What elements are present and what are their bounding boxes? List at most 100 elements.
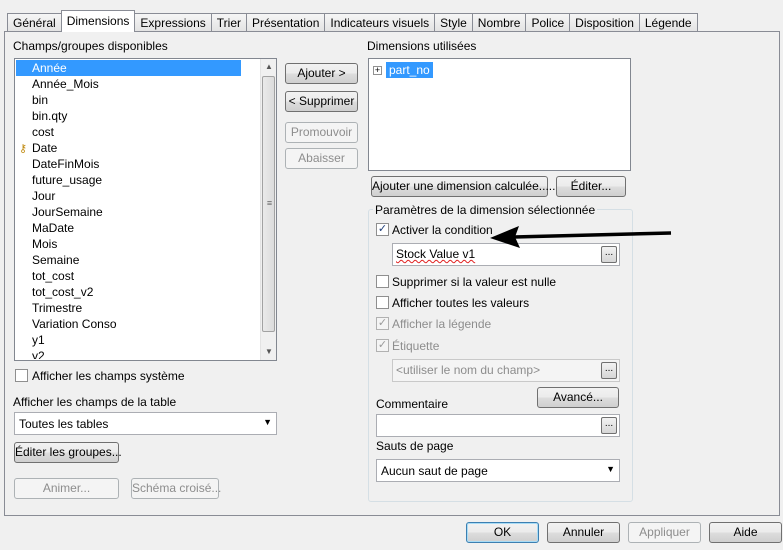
used-dimension-item[interactable]: part_no xyxy=(386,62,433,78)
page-breaks-label: Sauts de page xyxy=(376,439,454,453)
demote-button[interactable]: Abaisser xyxy=(285,148,358,169)
list-item[interactable]: tot_cost_v2 xyxy=(16,284,259,300)
list-item[interactable]: ⚷ Date xyxy=(16,140,259,156)
label-checkbox[interactable]: ✓ xyxy=(376,339,389,352)
edit-groups-button[interactable]: Éditer les groupes... xyxy=(14,442,122,463)
suppress-null-checkbox[interactable] xyxy=(376,275,389,288)
promote-button[interactable]: Promouvoir xyxy=(285,122,358,143)
label-field[interactable]: <utiliser le nom du champ> ... xyxy=(392,359,620,382)
list-item[interactable]: future_usage xyxy=(16,172,259,188)
list-item[interactable]: Variation Conso xyxy=(16,316,259,332)
available-fields-list[interactable]: Année Année_Moisbin bin.qty cost ⚷ Date DateFi… xyxy=(14,58,277,361)
tab-5[interactable]: Indicateurs visuels xyxy=(324,13,436,32)
chevron-down-icon: ▼ xyxy=(263,417,272,427)
tab-2[interactable]: Expressions xyxy=(134,13,212,32)
show-legend-checkbox[interactable]: ✓ xyxy=(376,317,389,330)
suppress-null-label: Supprimer si la valeur est nulle xyxy=(392,275,557,289)
dimension-settings-title: Paramètres de la dimension sélectionnée xyxy=(373,203,598,217)
help-button[interactable]: Aide xyxy=(709,522,782,543)
available-fields-scrollbar[interactable]: ▲ ≡ ▼ xyxy=(260,59,276,360)
tab-4[interactable]: Présentation xyxy=(246,13,326,32)
ok-button[interactable]: OK xyxy=(466,522,539,543)
enable-condition-checkbox[interactable]: ✓ xyxy=(376,223,389,236)
show-system-fields-label: Afficher les champs système xyxy=(32,369,185,383)
list-item[interactable]: cost xyxy=(16,124,259,140)
list-item[interactable]: Semaine xyxy=(16,252,259,268)
list-item-label: cost xyxy=(32,125,55,139)
list-item-label: future_usage xyxy=(32,173,103,187)
tab-10[interactable]: Légende xyxy=(638,13,698,32)
list-item[interactable]: Jour xyxy=(16,188,259,204)
page-breaks-value: Aucun saut de page xyxy=(381,464,488,478)
tab-7[interactable]: Nombre xyxy=(471,13,527,32)
chevron-down-icon: ▼ xyxy=(606,464,615,474)
list-item-label: Jour xyxy=(32,189,56,203)
comment-expression-button[interactable]: ... xyxy=(601,417,617,434)
available-fields-label: Champs/groupes disponibles xyxy=(13,39,168,53)
list-item[interactable]: y1 xyxy=(16,332,259,348)
animate-button[interactable]: Animer... xyxy=(14,478,119,499)
show-system-fields-checkbox[interactable] xyxy=(15,369,28,382)
list-item-label: y2 xyxy=(32,349,45,359)
tab-bar: Général Dimensions Expressions Trier Présent… xyxy=(7,10,698,32)
cancel-button[interactable]: Annuler xyxy=(547,522,620,543)
page-breaks-select[interactable]: Aucun saut de page ▼ xyxy=(376,459,620,482)
list-item-label: Année_Mois xyxy=(32,77,99,91)
table-select[interactable]: Toutes les tables ▼ xyxy=(14,412,277,435)
expand-icon[interactable]: + xyxy=(373,66,382,75)
list-item-label: Variation Conso xyxy=(32,317,117,331)
tab-9[interactable]: Disposition xyxy=(569,13,640,32)
advanced-button[interactable]: Avancé... xyxy=(537,387,619,408)
list-item-label: tot_cost_v2 xyxy=(32,285,94,299)
tab-3[interactable]: Trier xyxy=(210,13,247,32)
add-dimension-button[interactable]: Ajouter > xyxy=(285,63,358,84)
grip-icon: ≡ xyxy=(266,198,273,208)
tab-8[interactable]: Police xyxy=(525,13,571,32)
tab-0[interactable]: Général xyxy=(7,13,62,32)
scroll-down-icon[interactable]: ▼ xyxy=(261,344,277,360)
label-expression-button[interactable]: ... xyxy=(601,362,617,379)
list-item-label: MaDate xyxy=(32,221,75,235)
list-item-label: bin.qty xyxy=(32,109,68,123)
used-dimensions-list[interactable]: + part_no xyxy=(368,58,631,171)
label-checkbox-label: Étiquette xyxy=(392,339,440,353)
list-item[interactable]: JourSemaine xyxy=(16,204,259,220)
table-select-value: Toutes les tables xyxy=(19,417,109,431)
add-calculated-dimension-button[interactable]: Ajouter une dimension calculée...... xyxy=(371,176,559,197)
annotation-arrow-icon xyxy=(490,226,672,248)
tab-6[interactable]: Style xyxy=(434,13,473,32)
list-item-label: Date xyxy=(32,141,58,155)
tab-1[interactable]: Dimensions xyxy=(60,10,136,32)
label-placeholder: <utiliser le nom du champ> xyxy=(396,363,541,377)
list-item-label: tot_cost xyxy=(32,269,75,283)
list-item[interactable]: DateFinMois xyxy=(16,156,259,172)
apply-button[interactable]: Appliquer xyxy=(628,522,701,543)
edit-dimension-button[interactable]: Éditer... xyxy=(556,176,626,197)
list-item-label: Semaine xyxy=(32,253,80,267)
list-item[interactable]: Mois xyxy=(16,236,259,252)
list-item[interactable]: bin.qty xyxy=(16,108,259,124)
remove-dimension-button[interactable]: < Supprimer xyxy=(285,91,358,112)
list-item[interactable]: y2 xyxy=(16,348,259,359)
used-dimensions-label: Dimensions utilisées xyxy=(367,39,477,53)
list-item[interactable]: tot_cost xyxy=(16,268,259,284)
cross-schema-button[interactable]: Schéma croisé... xyxy=(131,478,221,499)
key-icon: ⚷ xyxy=(19,143,28,155)
list-item-label: Mois xyxy=(32,237,58,251)
show-table-fields-label: Afficher les champs de la table xyxy=(13,395,177,409)
show-all-values-checkbox[interactable] xyxy=(376,296,389,309)
scroll-up-icon[interactable]: ▲ xyxy=(261,59,277,75)
list-item[interactable]: Trimestre xyxy=(16,300,259,316)
list-item[interactable]: Année xyxy=(16,60,241,76)
comment-label: Commentaire xyxy=(376,397,449,411)
list-item[interactable]: MaDate xyxy=(16,220,259,236)
list-item-label: y1 xyxy=(32,333,45,347)
list-item[interactable]: bin xyxy=(16,92,259,108)
condition-value: Stock Value v1 xyxy=(396,247,476,261)
comment-field[interactable]: ... xyxy=(376,414,620,437)
scrollbar-thumb[interactable]: ≡ xyxy=(262,76,275,332)
show-legend-label: Afficher la légende xyxy=(392,317,492,331)
show-all-values-label: Afficher toutes les valeurs xyxy=(392,296,530,310)
list-item-label: bin xyxy=(32,93,49,107)
list-item[interactable]: Année_Mois xyxy=(16,76,259,92)
